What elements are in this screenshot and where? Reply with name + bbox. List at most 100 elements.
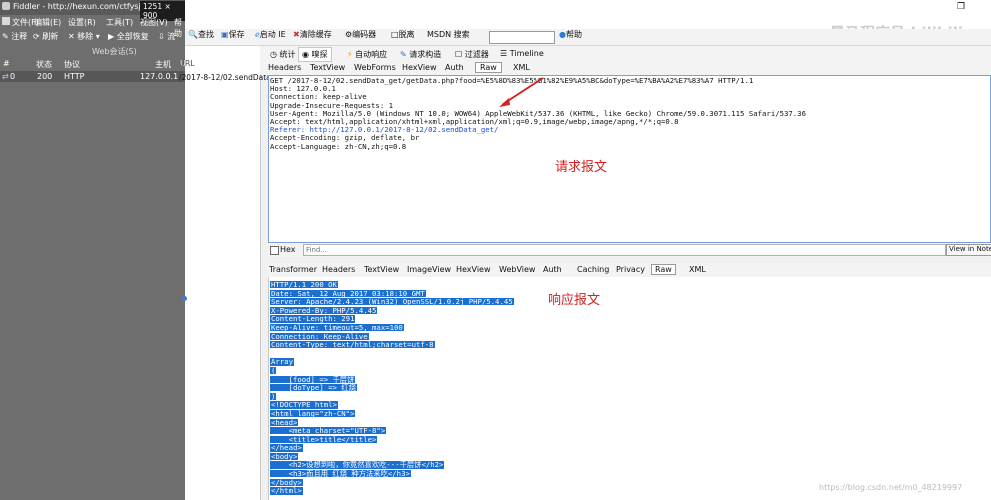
msdn-search-input[interactable]: [489, 31, 555, 44]
response-line-text: Content-Type: text/html;charset=utf-8: [270, 340, 435, 350]
annotation-arrow-icon: [499, 77, 544, 107]
response-line: ): [270, 392, 514, 401]
req-tab-hexview[interactable]: HexView: [402, 63, 437, 72]
req-tab-textview[interactable]: TextView: [310, 63, 345, 72]
menu-view[interactable]: 视图(V): [140, 17, 168, 28]
restore-icon[interactable]: ❐: [957, 2, 965, 12]
response-line-text: Server: Apache/2.4.23 (Win32) OpenSSL/1.…: [270, 297, 514, 307]
main-tabs: ◷ 统计 ◉ 嗅探 ⚡ 自动响应 ✎ 请求构造 ☐ 过滤器 ☰ Timeline: [260, 46, 991, 62]
help-button[interactable]: ●帮助: [559, 29, 582, 40]
response-raw-view[interactable]: HTTP/1.1 200 OK Date: Sat, 12 Aug 2017 03…: [268, 277, 991, 500]
tab-filters[interactable]: ☐ 过滤器: [455, 49, 489, 60]
response-line-text: HTTP/1.1 200 OK: [270, 280, 338, 289]
response-line: Date: Sat, 12 Aug 2017 03:18:10 GMT: [270, 289, 514, 298]
response-annotation: 响应报文: [548, 293, 601, 308]
lightning-icon: ⚡: [347, 50, 353, 59]
refresh-label: 刷新: [42, 32, 59, 41]
resp-tab-headers[interactable]: Headers: [322, 265, 355, 274]
tab-timeline-label: Timeline: [509, 49, 544, 58]
tab-inspectors-label: 嗅探: [311, 50, 328, 59]
req-tab-xml[interactable]: XML: [513, 63, 530, 72]
launch-ie-label: 启动 IE: [259, 30, 286, 39]
tab-statistics-label: 统计: [279, 50, 296, 59]
comment-button[interactable]: ✎ 注释: [2, 31, 27, 42]
timeline-icon: ☰: [500, 49, 508, 58]
help-label: 帮助: [565, 30, 582, 39]
app-icon: [2, 17, 10, 25]
req-tab-webforms[interactable]: WebForms: [354, 63, 396, 72]
session-row[interactable]: ⇄ 0 200 HTTP 127.0.0.1: [0, 71, 185, 82]
resp-tab-raw[interactable]: Raw: [651, 264, 676, 275]
detach-icon: □: [391, 30, 399, 39]
response-line-text: [doType] => 红烧: [270, 383, 357, 393]
save-button[interactable]: ▣保存: [221, 29, 245, 40]
tab-autoresponder[interactable]: ⚡ 自动响应: [347, 49, 387, 60]
resp-tab-transformer[interactable]: Transformer: [269, 265, 317, 274]
hex-label: Hex: [280, 245, 296, 254]
refresh-button[interactable]: ⟳ 刷新: [33, 31, 58, 42]
col-host[interactable]: 主机: [155, 59, 171, 70]
stream-button[interactable]: ⇩ 流: [158, 31, 175, 42]
response-line: </html>: [270, 486, 514, 495]
response-line-text: <body>: [270, 451, 299, 461]
menu-edit[interactable]: 编辑(E): [34, 17, 61, 28]
resp-tab-imageview[interactable]: ImageView: [407, 265, 451, 274]
col-protocol[interactable]: 协议: [64, 59, 80, 70]
resp-tab-privacy[interactable]: Privacy: [616, 265, 645, 274]
request-annotation: 请求报文: [555, 160, 608, 175]
tab-statistics[interactable]: ◷ 统计: [270, 49, 296, 60]
resp-tab-caching[interactable]: Caching: [577, 265, 609, 274]
request-raw-view[interactable]: GET /2017-8-12/02.sendData_get/getData.p…: [268, 75, 991, 243]
header-accept-language: Accept-Language: zh-CN,zh;q=0.8: [270, 141, 407, 151]
view-in-notepad-button[interactable]: View in Note: [946, 244, 991, 256]
resp-tab-hexview[interactable]: HexView: [456, 265, 491, 274]
session-icon: ⇄: [2, 72, 9, 81]
find-input[interactable]: [303, 244, 946, 256]
col-number[interactable]: #: [3, 59, 10, 68]
detach-button[interactable]: □脱离: [391, 29, 415, 40]
response-line: Keep-Alive: timeout=5, max=100: [270, 323, 514, 332]
response-line-text: </head>: [270, 443, 303, 453]
response-line-text: <!DOCTYPE html>: [270, 400, 338, 410]
col-status[interactable]: 状态: [36, 59, 52, 70]
resp-tab-textview[interactable]: TextView: [364, 265, 399, 274]
resp-tab-webview[interactable]: WebView: [499, 265, 535, 274]
remove-button[interactable]: ✕ 移除 ▾: [68, 31, 100, 42]
response-line: <title>title</title>: [270, 435, 514, 444]
watermark-bottom: https://blog.csdn.net/m0_48219997: [819, 483, 963, 492]
response-line-text: <title>title</title>: [270, 434, 378, 444]
response-line: [270, 349, 514, 358]
launch-ie-button[interactable]: ℯ启动 IE: [255, 29, 286, 40]
menu-settings[interactable]: 设置(R): [68, 17, 96, 28]
left-toolbar: ✎ 注释 ⟳ 刷新 ✕ 移除 ▾ ▶ 全部恢复 ⇩ 流: [0, 29, 185, 44]
req-tab-headers[interactable]: Headers: [268, 63, 301, 72]
stream-label: 流: [167, 32, 176, 41]
session-protocol: HTTP: [64, 72, 85, 81]
tab-composer[interactable]: ✎ 请求构造: [400, 49, 441, 60]
splitter-handle[interactable]: [182, 296, 187, 301]
help-icon: ●: [559, 30, 566, 39]
request-find-bar: Hex View in Note: [268, 243, 991, 257]
req-tab-auth[interactable]: Auth: [445, 63, 464, 72]
menu-tools[interactable]: 工具(T): [106, 17, 133, 28]
response-line: <!DOCTYPE html>: [270, 400, 514, 409]
resume-all-button[interactable]: ▶ 全部恢复: [108, 31, 149, 42]
response-line: HTTP/1.1 200 OK: [270, 280, 514, 289]
req-tab-raw[interactable]: Raw: [475, 62, 502, 73]
response-line-text: Array: [270, 357, 294, 367]
search-icon: 🔍: [188, 30, 198, 39]
find-button[interactable]: 🔍查找: [188, 29, 214, 40]
inspect-icon: ◉: [302, 50, 309, 59]
clear-cache-button[interactable]: ✖清除缓存: [293, 29, 332, 40]
hex-checkbox[interactable]: [270, 246, 279, 255]
save-label: 保存: [228, 30, 245, 39]
tab-inspectors[interactable]: ◉ 嗅探: [298, 47, 332, 62]
resp-tab-auth[interactable]: Auth: [543, 265, 562, 274]
resp-tab-xml[interactable]: XML: [689, 265, 706, 274]
encoder-button[interactable]: ⚙编码器: [345, 29, 376, 40]
response-line: <head>: [270, 418, 514, 427]
response-line-text: </body>: [270, 477, 303, 487]
tab-timeline[interactable]: ☰ Timeline: [500, 49, 544, 58]
response-line: </body>: [270, 478, 514, 487]
request-tabs: Headers TextView WebForms HexView Auth R…: [260, 62, 991, 75]
